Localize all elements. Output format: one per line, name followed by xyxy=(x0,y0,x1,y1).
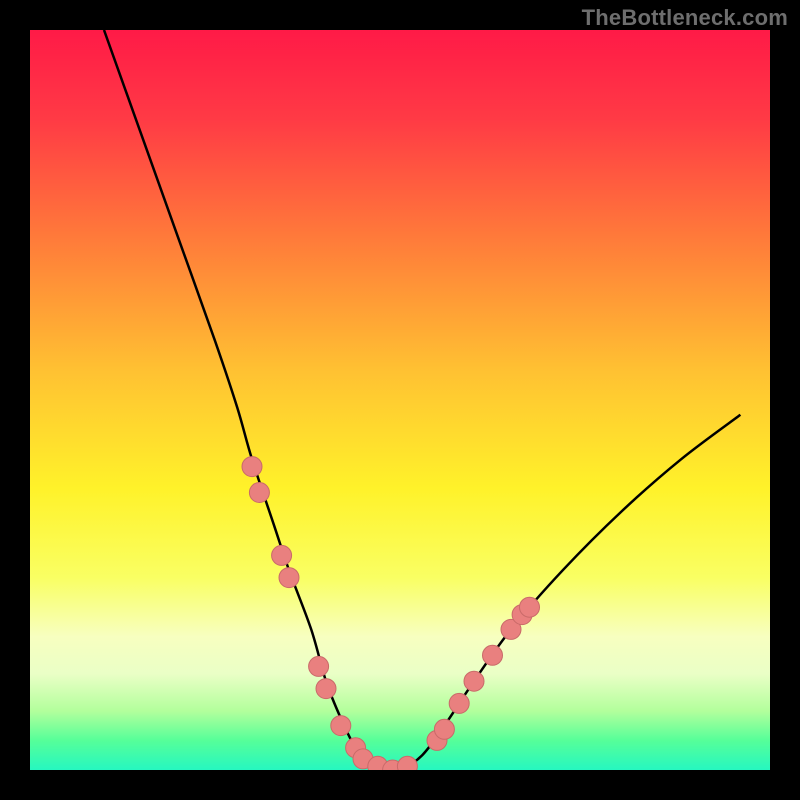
data-marker xyxy=(520,597,540,617)
data-marker xyxy=(449,693,469,713)
data-marker xyxy=(242,457,262,477)
data-marker xyxy=(316,679,336,699)
data-marker xyxy=(483,645,503,665)
data-marker xyxy=(272,545,292,565)
data-marker xyxy=(434,719,454,739)
data-marker xyxy=(331,716,351,736)
chart-frame: TheBottleneck.com xyxy=(0,0,800,800)
data-marker xyxy=(464,671,484,691)
bottleneck-chart xyxy=(30,30,770,770)
gradient-background xyxy=(30,30,770,770)
data-marker xyxy=(249,483,269,503)
watermark-text: TheBottleneck.com xyxy=(582,5,788,31)
data-marker xyxy=(309,656,329,676)
data-marker xyxy=(279,568,299,588)
plot-area xyxy=(30,30,770,770)
